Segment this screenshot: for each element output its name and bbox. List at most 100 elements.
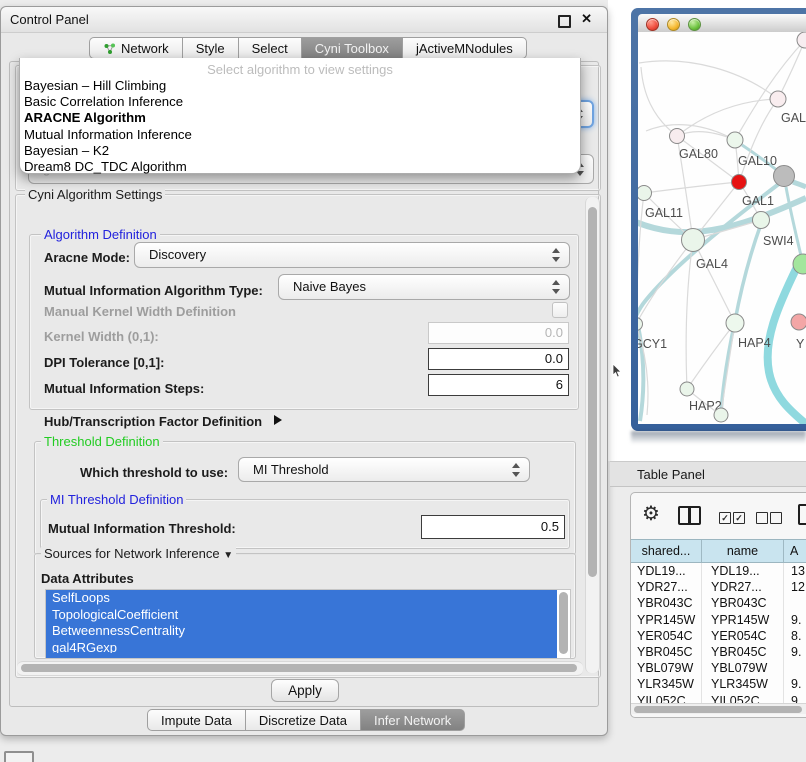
scrollbar-thumb[interactable] (634, 706, 802, 713)
dropdown-item[interactable]: Mutual Information Inference (20, 127, 580, 143)
close-icon[interactable]: ✕ (581, 11, 592, 27)
network-node[interactable] (774, 166, 795, 187)
network-node-gal1[interactable] (732, 175, 747, 190)
table-row[interactable]: YIL052CYIL052C9 (631, 693, 806, 704)
file-icon[interactable] (798, 504, 806, 525)
control-panel-window: Control Panel ✕ Network Style SelectCyni T… (0, 6, 608, 736)
tab-impute-data[interactable]: Impute Data (147, 709, 245, 731)
scrollbar-thumb[interactable] (21, 664, 577, 672)
dpi-tolerance-field[interactable]: 0.0 (428, 348, 569, 370)
dropdown-item[interactable]: Basic Correlation Inference (20, 94, 580, 110)
column-header[interactable]: A (784, 540, 806, 562)
data-attributes-listbox[interactable]: SelfLoopsTopologicalCoefficientBetweenne… (45, 589, 571, 659)
gear-icon[interactable]: ⚙ (642, 500, 660, 528)
tab-cyni-toolbox[interactable]: Cyni Toolbox (301, 37, 402, 59)
network-node-y[interactable] (791, 314, 806, 330)
aracne-mode-combobox[interactable]: Discovery (134, 242, 570, 268)
dropdown-item[interactable]: Bayesian – K2 (20, 143, 580, 159)
table-cell: YBL079W (631, 660, 702, 676)
which-threshold-combobox[interactable]: MI Threshold (238, 457, 530, 482)
tab-network[interactable]: Network (89, 37, 182, 59)
network-node-swi4[interactable] (753, 212, 770, 229)
node-label: GAL1 (742, 194, 774, 208)
tab-select[interactable]: Select (238, 37, 301, 59)
attribute-item[interactable]: TopologicalCoefficient (46, 607, 557, 624)
network-window-titlebar[interactable] (638, 14, 806, 33)
tab-label: Style (196, 41, 225, 56)
network-node-gal80[interactable] (670, 129, 685, 144)
network-node-hap4[interactable] (726, 314, 744, 332)
table-cell: 9 (784, 693, 806, 704)
mi-steps-label: Mutual Information Steps: (44, 381, 204, 396)
list-scrollbar-thumb[interactable] (559, 592, 568, 654)
table-row[interactable]: YLR345WYLR345W9. (631, 676, 806, 692)
mi-algorithm-type-combobox[interactable]: Naive Bayes (278, 274, 570, 300)
minimize-traffic-light[interactable] (667, 18, 680, 31)
scrollbar-thumb[interactable] (588, 207, 597, 577)
partial-button[interactable] (4, 751, 34, 762)
mi-threshold-definition-title: MI Threshold Definition (47, 492, 186, 507)
attribute-item[interactable]: SelfLoops (46, 590, 557, 607)
combo-arrows-icon (552, 280, 560, 294)
network-node-gal10[interactable] (727, 132, 743, 148)
columns-icon[interactable] (678, 506, 701, 525)
settings-horizontal-scrollbar[interactable] (17, 661, 583, 676)
dropdown-item[interactable]: ARACNE Algorithm (20, 110, 580, 126)
attribute-item[interactable]: BetweennessCentrality (46, 623, 557, 640)
checked-box-icon[interactable]: ✓ (733, 512, 745, 524)
column-header[interactable]: shared... (631, 540, 702, 562)
dpi-tolerance-label: DPI Tolerance [0,1]: (44, 355, 164, 370)
screen: Control Panel ✕ Network Style SelectCyni T… (0, 0, 806, 762)
table-horizontal-scrollbar[interactable] (631, 703, 806, 714)
zoom-traffic-light[interactable] (688, 18, 701, 31)
table-row[interactable]: YBR045CYBR045C9. (631, 644, 806, 660)
table-cell: 9. (784, 644, 806, 660)
network-canvas[interactable]: GALGAL80GAL10GAL1GAL11SWI4GAL4GCY1HAP4YH… (638, 32, 806, 424)
manual-kernel-width-checkbox[interactable] (552, 302, 568, 318)
data-attributes-label: Data Attributes (41, 571, 134, 586)
network-node-gcy1[interactable] (638, 318, 643, 331)
tab-jactivemnodules[interactable]: jActiveMNodules (402, 37, 527, 59)
settings-vertical-scrollbar[interactable] (585, 197, 600, 673)
table-cell: 9. (784, 676, 806, 692)
mi-threshold-field[interactable]: 0.5 (421, 515, 565, 539)
apply-button[interactable]: Apply (271, 679, 339, 702)
table-row[interactable]: YDL19...YDL19...13 (631, 563, 806, 579)
tab-discretize-data[interactable]: Discretize Data (245, 709, 360, 731)
combo-arrows-icon (552, 248, 560, 262)
table-cell: YBR043C (702, 595, 784, 611)
table-row[interactable]: YDR27...YDR27...12 (631, 579, 806, 595)
unchecked-box-icon[interactable] (770, 512, 782, 524)
tab-style[interactable]: Style (182, 37, 238, 59)
table-row[interactable]: YBL079WYBL079W (631, 660, 806, 676)
kernel-width-field[interactable]: 0.0 (428, 322, 569, 344)
mi-steps-field[interactable]: 6 (428, 374, 569, 396)
network-node[interactable] (797, 32, 806, 48)
dropdown-item[interactable]: Bayesian – Hill Climbing (20, 78, 580, 94)
expand-arrow-icon[interactable] (274, 415, 282, 425)
network-node-hap2[interactable] (680, 382, 694, 396)
table-header-row: shared...nameA (631, 539, 806, 563)
control-panel-titlebar: Control Panel ✕ (1, 7, 607, 33)
table-panel-title: Table Panel (637, 467, 705, 482)
tab-infer-network[interactable]: Infer Network (360, 709, 465, 731)
network-node-gal4[interactable] (682, 229, 705, 252)
dropdown-placeholder: Select algorithm to view settings (20, 61, 580, 78)
dropdown-item[interactable]: Dream8 DC_TDC Algorithm (20, 159, 580, 175)
unchecked-box-icon[interactable] (756, 512, 768, 524)
undock-icon[interactable] (558, 15, 571, 28)
table-cell: 13 (784, 563, 806, 579)
algorithm-dropdown-popup: Select algorithm to view settings Bayesi… (19, 58, 581, 174)
checked-box-icon[interactable]: ✓ (719, 512, 731, 524)
field-value: 0.5 (541, 516, 559, 537)
combo-value: MI Threshold (253, 458, 329, 482)
collapse-arrow-icon[interactable]: ▼ (223, 550, 233, 561)
network-node-gal[interactable] (770, 91, 786, 107)
network-node[interactable] (714, 408, 728, 422)
table-row[interactable]: YBR043CYBR043C (631, 595, 806, 611)
table-row[interactable]: YER054CYER054C8. (631, 628, 806, 644)
table-row[interactable]: YPR145WYPR145W9. (631, 612, 806, 628)
network-node-gal11[interactable] (638, 186, 652, 201)
close-traffic-light[interactable] (646, 18, 659, 31)
column-header[interactable]: name (702, 540, 784, 562)
